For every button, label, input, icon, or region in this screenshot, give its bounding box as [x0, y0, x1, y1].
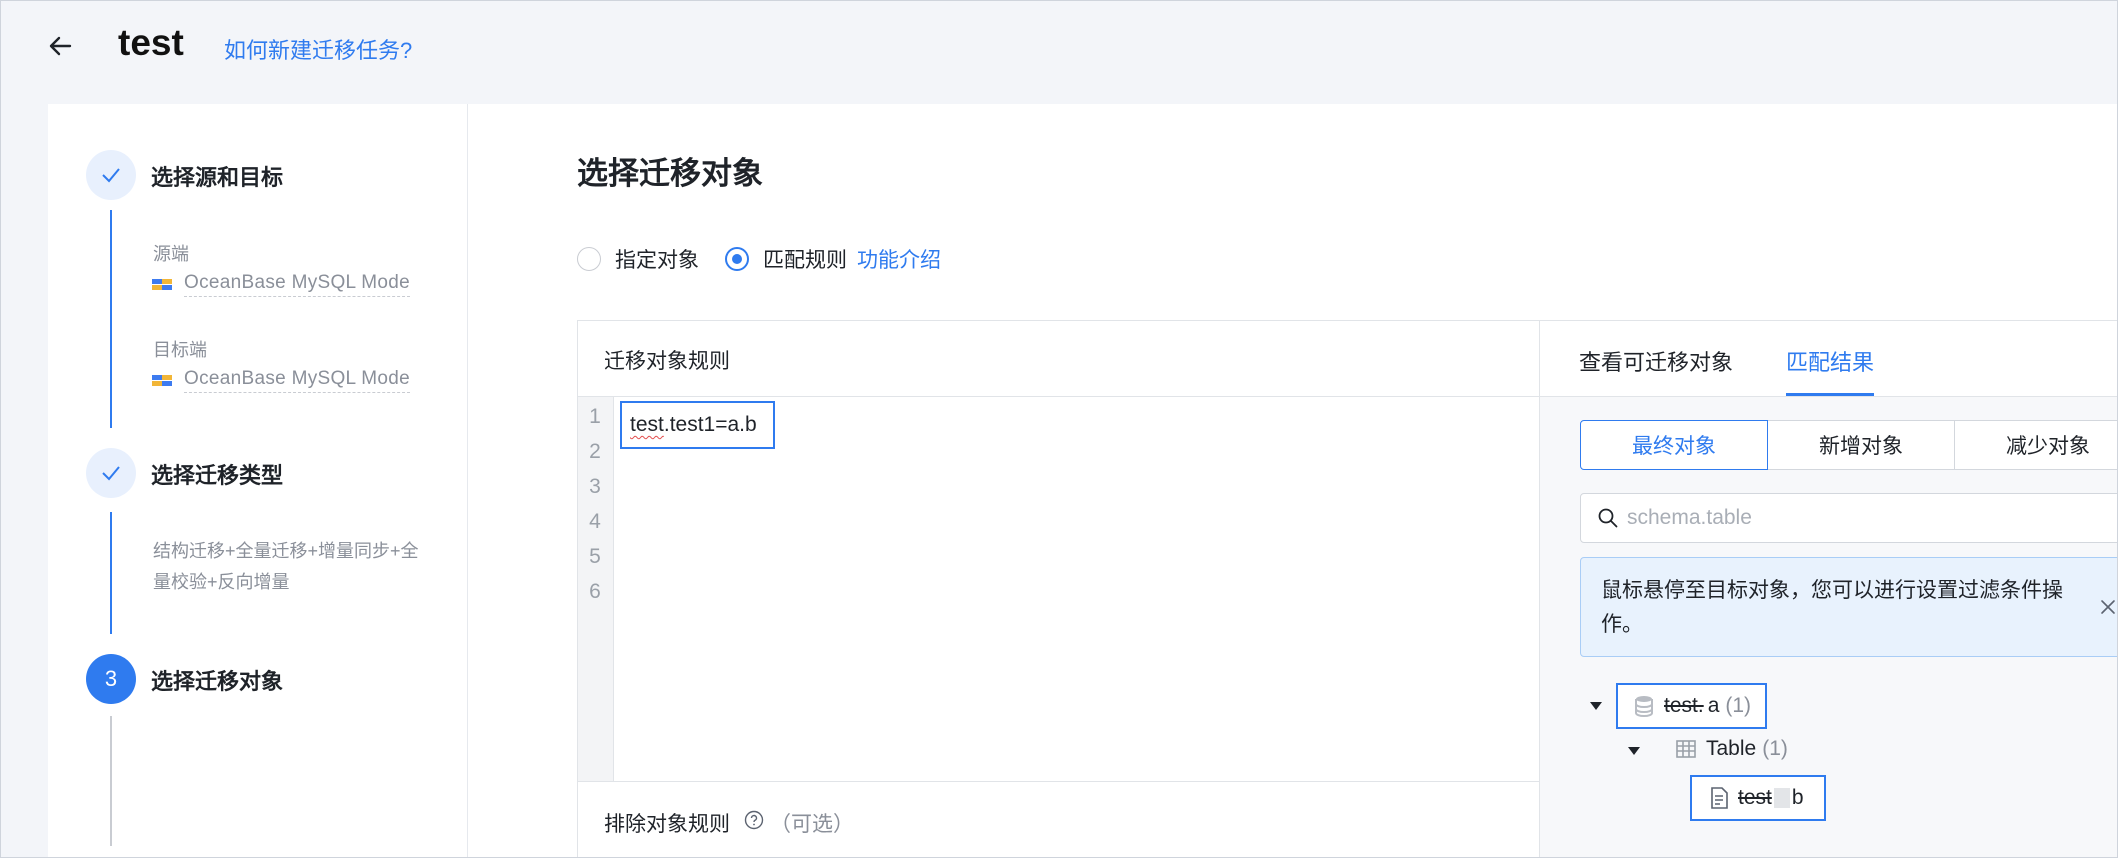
- rule-mapping-text: .test1=a.b: [663, 413, 757, 436]
- step-2-title: 选择迁移类型: [151, 463, 284, 488]
- active-tab-indicator: [1786, 393, 1874, 396]
- line-number: 1: [589, 405, 601, 428]
- seg-final-objects[interactable]: 最终对象: [1580, 420, 1768, 470]
- step-2-description: 结构迁移+全量迁移+增量同步+全量校验+反向增量: [153, 541, 419, 592]
- radio-match-rules[interactable]: [725, 247, 749, 271]
- table-new-name: b: [1791, 786, 1804, 809]
- feature-intro-link[interactable]: 功能介绍: [857, 244, 941, 274]
- masked-text: [1773, 788, 1790, 808]
- target-db-name: OceanBase MySQL Mode: [184, 368, 411, 393]
- search-input[interactable]: [1627, 506, 2118, 530]
- rules-header-label: 迁移对象规则: [604, 350, 730, 373]
- tab-view-migratable[interactable]: 查看可迁移对象: [1579, 345, 1733, 377]
- source-label: 源端: [153, 244, 189, 264]
- exclude-rules-row: 排除对象规则 （可选）: [578, 781, 1539, 858]
- close-icon[interactable]: [2099, 598, 2117, 616]
- seg-added-objects[interactable]: 新增对象: [1767, 420, 1955, 470]
- oceanbase-icon: [152, 278, 172, 290]
- tab-match-results[interactable]: 匹配结果: [1786, 345, 1874, 377]
- step-2-check-icon: [86, 448, 136, 498]
- steps-panel: 选择源和目标 源端 OceanBase MySQL Mode 目标端 Ocean…: [48, 104, 468, 858]
- line-number: 6: [589, 580, 601, 603]
- question-circle-icon[interactable]: [744, 810, 764, 830]
- result-tabs: 查看可迁移对象 匹配结果: [1540, 321, 2118, 397]
- rules-pane: 迁移对象规则 1 2 3 4 5 6 test.test1=a.b 排除对象规则: [578, 321, 1540, 858]
- step-3-number: 3: [86, 654, 136, 704]
- tree-node-table[interactable]: test b: [1690, 775, 1826, 821]
- line-number: 4: [589, 510, 601, 533]
- target-db: OceanBase MySQL Mode: [152, 368, 411, 393]
- content-title: 选择迁移对象: [577, 156, 763, 191]
- exclude-optional-hint: （可选）: [770, 813, 854, 836]
- notice-text: 鼠标悬停至目标对象，您可以进行设置过滤条件操作。: [1601, 579, 2063, 636]
- hover-tip-notice: 鼠标悬停至目标对象，您可以进行设置过滤条件操作。: [1580, 557, 2118, 657]
- db-old-name: test.: [1664, 694, 1704, 717]
- db-new-name: a: [1707, 694, 1720, 717]
- page-title: test: [118, 22, 184, 63]
- table-old-name: test: [1738, 786, 1772, 809]
- caret-down-icon[interactable]: [1590, 702, 1602, 710]
- table-group-label: Table: [1706, 737, 1757, 760]
- line-number: 2: [589, 440, 601, 463]
- tree-node-table-group[interactable]: Table (1): [1676, 729, 1788, 769]
- line-number-gutter: 1 2 3 4 5 6: [578, 397, 614, 781]
- main-card: 选择源和目标 源端 OceanBase MySQL Mode 目标端 Ocean…: [48, 104, 2118, 858]
- target-label: 目标端: [153, 340, 207, 360]
- tree-node-database[interactable]: test. a (1): [1616, 683, 1768, 729]
- content-area: 选择迁移对象 指定对象 匹配规则 功能介绍 迁移对象规则 1 2 3 4 5 6: [469, 104, 2118, 858]
- caret-down-icon[interactable]: [1628, 747, 1640, 755]
- step-3-connector: [110, 716, 112, 846]
- database-icon: [1635, 696, 1653, 717]
- table-group-count: (1): [1762, 737, 1788, 760]
- help-link[interactable]: 如何新建迁移任务?: [224, 33, 412, 65]
- search-box: [1580, 493, 2118, 543]
- db-count: (1): [1725, 694, 1752, 717]
- exclude-rules-label: 排除对象规则: [604, 813, 730, 836]
- step-1-check-icon: [86, 150, 136, 200]
- step-2-connector: [110, 512, 112, 634]
- step-3-title: 选择迁移对象: [151, 669, 284, 694]
- radio-match-label[interactable]: 匹配规则: [763, 244, 847, 274]
- line-number: 5: [589, 545, 601, 568]
- table-grid-icon: [1676, 740, 1696, 758]
- rule-editor-line[interactable]: test.test1=a.b: [620, 401, 775, 449]
- result-filter-segmented: 最终对象 新增对象 减少对象: [1580, 420, 2118, 470]
- seg-reduced-objects[interactable]: 减少对象: [1954, 420, 2118, 470]
- rule-schema-text: test: [630, 413, 664, 436]
- source-db: OceanBase MySQL Mode: [152, 272, 411, 297]
- migration-rules-box: 迁移对象规则 1 2 3 4 5 6 test.test1=a.b 排除对象规则: [577, 320, 2118, 858]
- radio-specify-objects[interactable]: [577, 247, 601, 271]
- result-pane: 查看可迁移对象 匹配结果 最终对象 新增对象 减少对象 schema.table…: [1540, 321, 2118, 858]
- back-arrow-icon[interactable]: [44, 30, 76, 62]
- rules-header: 迁移对象规则: [578, 321, 1539, 397]
- source-db-name: OceanBase MySQL Mode: [184, 272, 411, 297]
- step-1-connector: [110, 210, 112, 428]
- line-number: 3: [589, 475, 601, 498]
- oceanbase-icon: [152, 374, 172, 386]
- radio-specify-label[interactable]: 指定对象: [615, 244, 699, 274]
- step-1-title: 选择源和目标: [151, 165, 284, 190]
- object-mode-radio-group: 指定对象 匹配规则 功能介绍: [577, 244, 941, 274]
- document-icon: [1711, 787, 1728, 809]
- search-icon: [1598, 508, 1618, 528]
